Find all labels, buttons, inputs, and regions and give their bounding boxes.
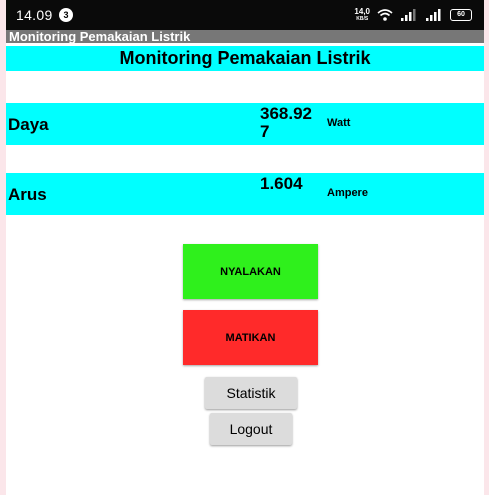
battery-icon: 60 bbox=[450, 9, 472, 21]
signal-icon-sim2 bbox=[426, 9, 441, 21]
network-speed-unit: KB/S bbox=[356, 16, 369, 22]
status-bar: 14.09 3 14,0 KB/S 60 bbox=[6, 0, 484, 30]
arus-label: Arus bbox=[8, 185, 47, 204]
network-speed: 14,0 KB/S bbox=[354, 7, 370, 23]
arus-row: Arus 1.604 Ampere bbox=[6, 173, 484, 215]
app-title-bar: Monitoring Pemakaian Listrik bbox=[6, 29, 484, 44]
phone-screen: 14.09 3 14,0 KB/S 60 Monitoring Pemakaia… bbox=[6, 0, 484, 495]
statistik-button[interactable]: Statistik bbox=[205, 377, 297, 409]
app-title: Monitoring Pemakaian Listrik bbox=[9, 29, 191, 44]
arus-unit: Ampere bbox=[327, 187, 368, 199]
daya-unit: Watt bbox=[327, 117, 351, 129]
turn-off-button[interactable]: MATIKAN bbox=[183, 310, 318, 365]
status-time: 14.09 bbox=[16, 7, 53, 23]
status-icons: 14,0 KB/S 60 bbox=[354, 7, 472, 23]
signal-icon bbox=[401, 9, 416, 21]
daya-row: Daya 368.927 Watt bbox=[6, 103, 484, 145]
daya-value: 368.927 bbox=[260, 104, 312, 141]
network-speed-value: 14,0 bbox=[354, 7, 370, 16]
notification-badge: 3 bbox=[59, 8, 73, 22]
header-bar: Monitoring Pemakaian Listrik bbox=[6, 46, 484, 71]
wifi-icon bbox=[377, 9, 393, 21]
page-title: Monitoring Pemakaian Listrik bbox=[119, 48, 371, 68]
arus-value: 1.604 bbox=[260, 174, 303, 193]
turn-on-button[interactable]: NYALAKAN bbox=[183, 244, 318, 299]
daya-label: Daya bbox=[8, 115, 49, 134]
logout-button[interactable]: Logout bbox=[210, 413, 292, 445]
